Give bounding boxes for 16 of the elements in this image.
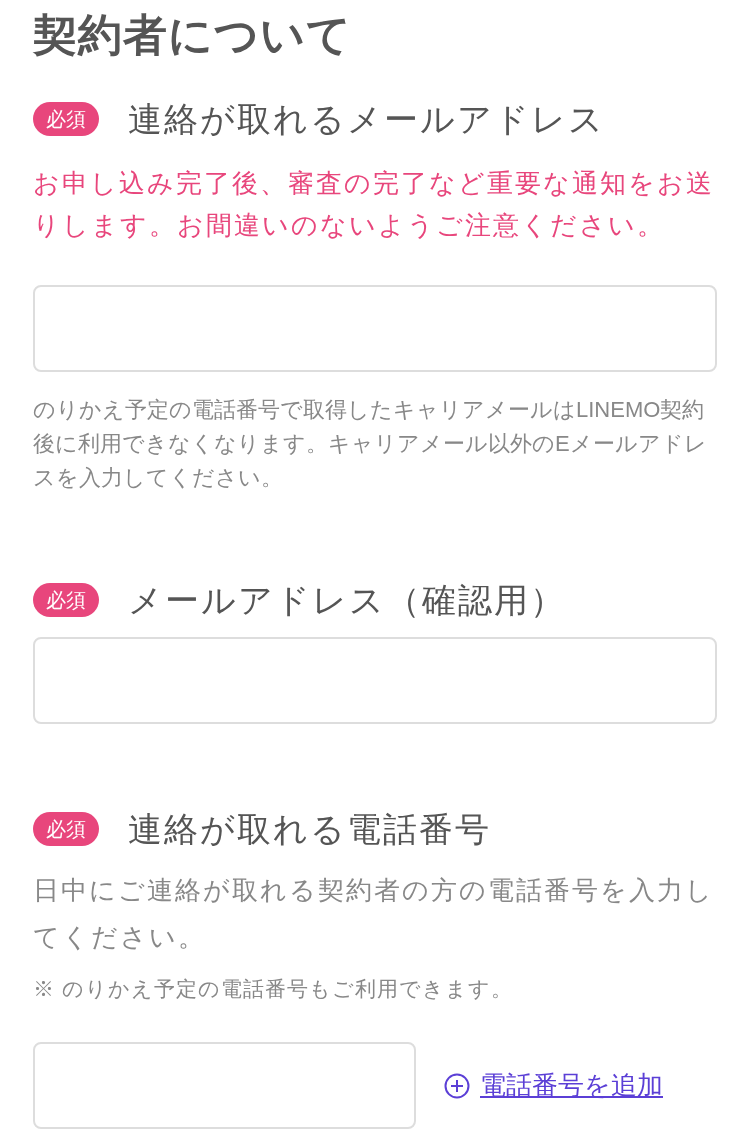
text-input[interactable] (33, 285, 717, 372)
hint-text: のりかえ予定の電話番号で取得したキャリアメールはLINEMO契約後に利用できなくなります。キャリアメール以外のEメールアドレスを入力してください。 (33, 396, 708, 492)
text-input[interactable] (33, 637, 717, 724)
field-label: 連絡が取れる電話番号 (128, 808, 491, 850)
page-title: 契約者について (33, 9, 353, 61)
required-badge: 必須 (33, 102, 99, 136)
required-badge: 必須 (33, 583, 99, 617)
required-badge: 必須 (33, 812, 99, 846)
field-label: メールアドレス（確認用） (128, 579, 566, 621)
plus-circle-icon (444, 1072, 470, 1099)
field-label: 連絡が取れるメールアドレス (128, 98, 605, 140)
note-text: ※ のりかえ予定の電話番号もご利用できます。 (33, 976, 514, 1002)
notice-text: お申し込み完了後、審査の完了など重要な通知をお送りします。お間違いのないようご注意ください。 (33, 167, 715, 242)
add-phone-link[interactable]: 電話番号を追加 (444, 1066, 663, 1105)
text-input[interactable] (33, 1042, 416, 1129)
description-text: 日中にご連絡が取れる契約者の方の電話番号を入力してください。 (33, 874, 715, 954)
